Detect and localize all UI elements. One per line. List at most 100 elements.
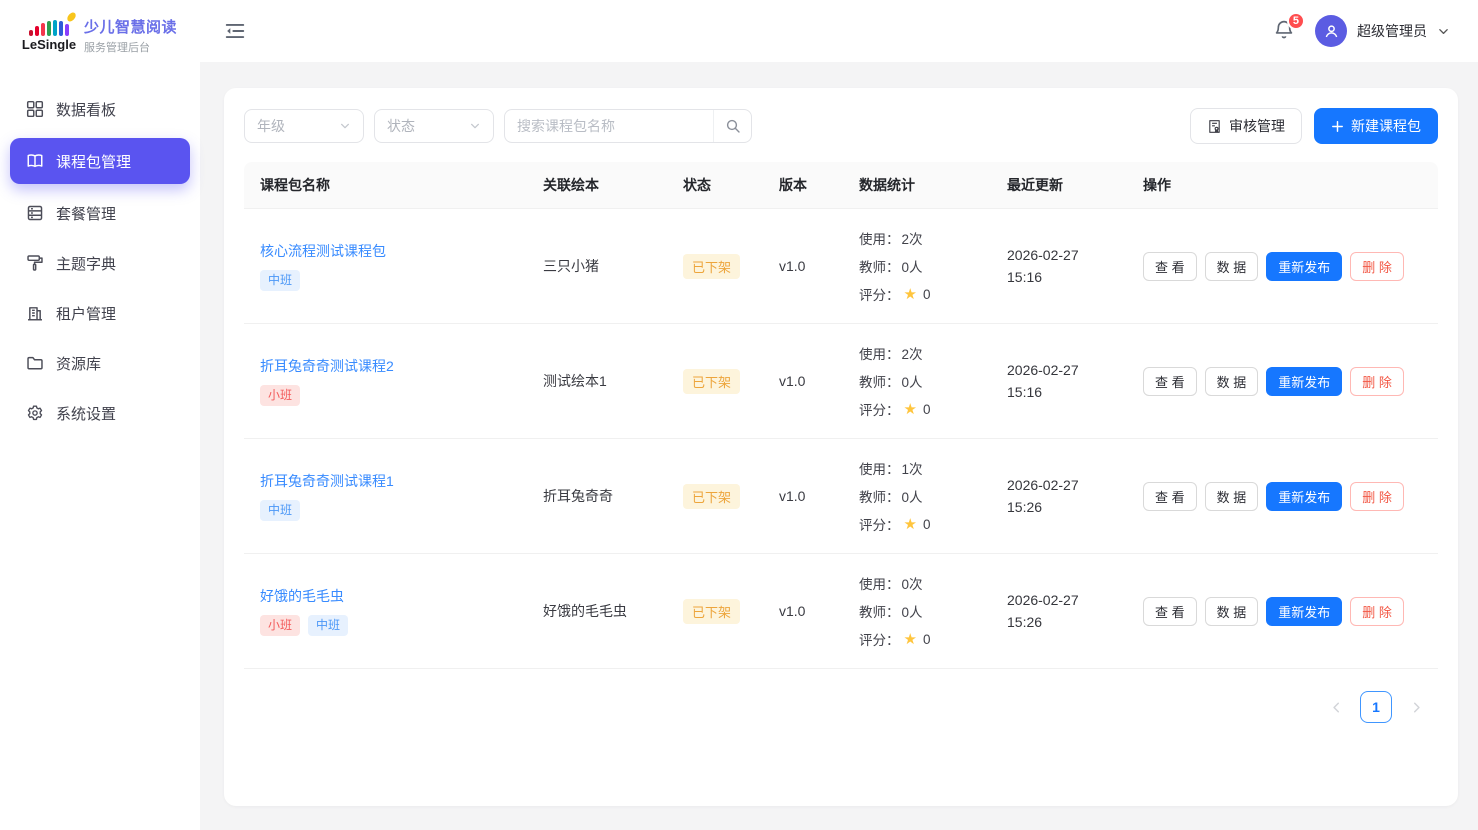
- linked-book: 折耳兔奇奇: [527, 486, 667, 506]
- teachers-value: 0人: [902, 486, 923, 506]
- linked-book: 测试绘本1: [527, 371, 667, 391]
- user-menu[interactable]: 超级管理员: [1315, 15, 1450, 47]
- data-button[interactable]: 数 据: [1205, 252, 1259, 281]
- grade-tag: 中班: [260, 500, 300, 521]
- usage-value: 2次: [902, 343, 923, 363]
- grade-tag: 小班: [260, 615, 300, 636]
- user-icon: [1323, 23, 1340, 40]
- view-button[interactable]: 查 看: [1143, 252, 1197, 281]
- star-icon: ★: [904, 402, 917, 417]
- app-subtitle: 服务管理后台: [84, 39, 177, 55]
- last-updated: 2026-02-27 15:16: [1007, 359, 1111, 403]
- republish-button[interactable]: 重新发布: [1266, 597, 1342, 626]
- grade-tag: 小班: [260, 385, 300, 406]
- lesingle-logo: LeSingle: [26, 18, 72, 52]
- sidebar-item-dashboard[interactable]: 数据看板: [10, 88, 190, 130]
- grade-tag: 中班: [260, 270, 300, 291]
- usage-value: 2次: [902, 228, 923, 248]
- table-header: 课程包名称 关联绘本 状态 版本 数据统计 最近更新 操作: [244, 162, 1438, 209]
- view-button[interactable]: 查 看: [1143, 367, 1197, 396]
- delete-button[interactable]: 删 除: [1350, 367, 1404, 396]
- last-updated: 2026-02-27 15:26: [1007, 589, 1111, 633]
- status-select[interactable]: 状态: [374, 109, 494, 143]
- course-package-card: 年级 状态: [224, 88, 1458, 806]
- content-area: 年级 状态: [200, 62, 1478, 830]
- table-row: 折耳兔奇奇测试课程1 中班 折耳兔奇奇 已下架 v1.0 使用：1次 教师：0人…: [244, 439, 1438, 554]
- version: v1.0: [763, 373, 843, 389]
- notifications-button[interactable]: 5: [1273, 19, 1297, 43]
- page-number-1[interactable]: 1: [1360, 691, 1392, 723]
- linked-book: 好饿的毛毛虫: [527, 601, 667, 621]
- statistics: 使用：2次 教师：0人 评分：★0: [843, 343, 991, 419]
- top-header: 5 超级管理员: [200, 0, 1478, 62]
- col-actions: 操作: [1127, 175, 1438, 195]
- audit-management-button[interactable]: 审核管理: [1190, 108, 1302, 144]
- statistics: 使用：2次 教师：0人 评分：★0: [843, 228, 991, 304]
- table-row: 好饿的毛毛虫 小班 中班 好饿的毛毛虫 已下架 v1.0 使用：0次 教师：0人…: [244, 554, 1438, 669]
- view-button[interactable]: 查 看: [1143, 597, 1197, 626]
- plus-icon: [1331, 120, 1344, 133]
- usage-value: 0次: [902, 573, 923, 593]
- sidebar-item-settings[interactable]: 系统设置: [10, 392, 190, 434]
- sidebar-item-resources[interactable]: 资源库: [10, 342, 190, 384]
- sidebar-nav: 数据看板 课程包管理 套餐管理: [0, 70, 200, 452]
- delete-button[interactable]: 删 除: [1350, 252, 1404, 281]
- create-course-package-button[interactable]: 新建课程包: [1314, 108, 1438, 144]
- paint-roller-icon: [26, 254, 44, 272]
- rating-value: 0: [923, 287, 931, 302]
- sidebar-item-plans[interactable]: 套餐管理: [10, 192, 190, 234]
- rating-value: 0: [923, 517, 931, 532]
- user-name: 超级管理员: [1357, 21, 1427, 41]
- pagination: 1: [244, 669, 1438, 723]
- delete-button[interactable]: 删 除: [1350, 597, 1404, 626]
- republish-button[interactable]: 重新发布: [1266, 482, 1342, 511]
- row-actions: 查 看 数 据 重新发布 删 除: [1127, 252, 1438, 281]
- menu-fold-icon[interactable]: [224, 20, 246, 42]
- chevron-down-icon: [339, 120, 351, 132]
- package-name-link[interactable]: 折耳兔奇奇测试课程1: [260, 471, 394, 491]
- grade-select-value: 年级: [257, 116, 285, 136]
- linked-book: 三只小猪: [527, 256, 667, 276]
- package-name-link[interactable]: 折耳兔奇奇测试课程2: [260, 356, 394, 376]
- package-name-link[interactable]: 核心流程测试课程包: [260, 241, 386, 261]
- prev-page-button[interactable]: [1320, 691, 1352, 723]
- server-icon: [26, 204, 44, 222]
- logo-wordmark: LeSingle: [22, 37, 76, 52]
- last-updated: 2026-02-27 15:26: [1007, 474, 1111, 518]
- status-badge: 已下架: [683, 254, 740, 279]
- col-status: 状态: [667, 175, 763, 195]
- package-name-link[interactable]: 好饿的毛毛虫: [260, 586, 344, 606]
- star-icon: ★: [904, 632, 917, 647]
- data-button[interactable]: 数 据: [1205, 367, 1259, 396]
- rating-value: 0: [923, 632, 931, 647]
- usage-value: 1次: [902, 458, 923, 478]
- teachers-value: 0人: [902, 371, 923, 391]
- sidebar-item-label: 系统设置: [56, 403, 116, 424]
- sidebar-item-course-packages[interactable]: 课程包管理: [10, 138, 190, 184]
- data-button[interactable]: 数 据: [1205, 597, 1259, 626]
- chevron-right-icon: [1410, 701, 1423, 714]
- row-actions: 查 看 数 据 重新发布 删 除: [1127, 367, 1438, 396]
- statistics: 使用：1次 教师：0人 评分：★0: [843, 458, 991, 534]
- grade-select[interactable]: 年级: [244, 109, 364, 143]
- sidebar-item-label: 套餐管理: [56, 203, 116, 224]
- dashboard-icon: [26, 100, 44, 118]
- teachers-value: 0人: [902, 601, 923, 621]
- view-button[interactable]: 查 看: [1143, 482, 1197, 511]
- search-button[interactable]: [713, 110, 751, 142]
- republish-button[interactable]: 重新发布: [1266, 252, 1342, 281]
- search-input[interactable]: [505, 118, 713, 134]
- grade-tag: 中班: [308, 615, 348, 636]
- star-icon: ★: [904, 287, 917, 302]
- sidebar-item-tenants[interactable]: 租户管理: [10, 292, 190, 334]
- sidebar-item-label: 课程包管理: [56, 151, 131, 172]
- delete-button[interactable]: 删 除: [1350, 482, 1404, 511]
- republish-button[interactable]: 重新发布: [1266, 367, 1342, 396]
- next-page-button[interactable]: [1400, 691, 1432, 723]
- building-icon: [26, 304, 44, 322]
- sidebar-item-theme-dictionary[interactable]: 主题字典: [10, 242, 190, 284]
- app-title: 少儿智慧阅读: [84, 16, 177, 37]
- table-row: 核心流程测试课程包 中班 三只小猪 已下架 v1.0 使用：2次 教师：0人 评…: [244, 209, 1438, 324]
- data-button[interactable]: 数 据: [1205, 482, 1259, 511]
- logo-bars-icon: [29, 18, 69, 36]
